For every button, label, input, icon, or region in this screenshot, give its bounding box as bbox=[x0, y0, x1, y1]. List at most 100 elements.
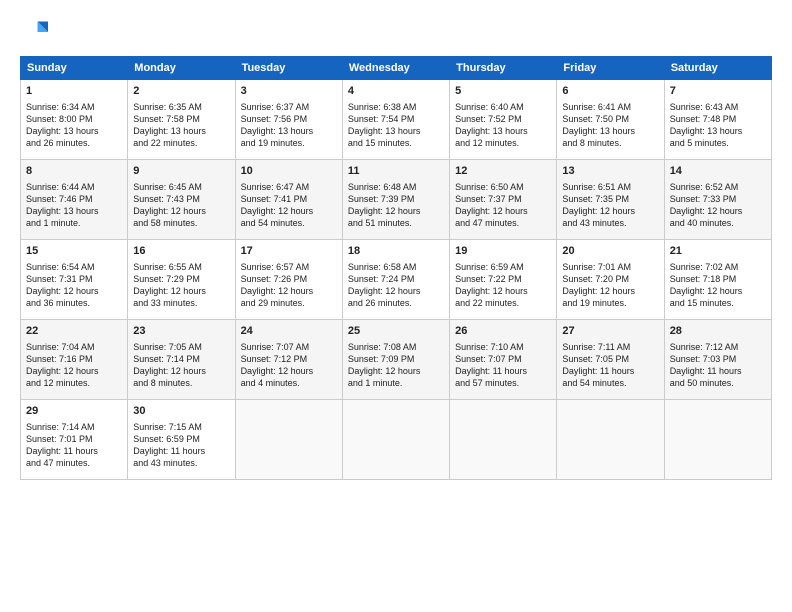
calendar-week-4: 29Sunrise: 7:14 AMSunset: 7:01 PMDayligh… bbox=[21, 400, 772, 480]
day-info: Daylight: 12 hours bbox=[455, 285, 551, 297]
day-info: Daylight: 11 hours bbox=[455, 365, 551, 377]
day-info: and 33 minutes. bbox=[133, 297, 229, 309]
day-info: Sunset: 6:59 PM bbox=[133, 433, 229, 445]
calendar-cell: 3Sunrise: 6:37 AMSunset: 7:56 PMDaylight… bbox=[235, 80, 342, 160]
day-info: Daylight: 13 hours bbox=[670, 125, 766, 137]
day-info: Sunset: 7:07 PM bbox=[455, 353, 551, 365]
day-info: Sunrise: 7:15 AM bbox=[133, 421, 229, 433]
day-info: Daylight: 12 hours bbox=[670, 205, 766, 217]
page-header bbox=[20, 18, 772, 46]
day-info: Sunset: 7:31 PM bbox=[26, 273, 122, 285]
calendar-cell bbox=[342, 400, 449, 480]
day-info: and 29 minutes. bbox=[241, 297, 337, 309]
day-info: and 4 minutes. bbox=[241, 377, 337, 389]
day-number: 16 bbox=[133, 244, 229, 259]
calendar-cell: 6Sunrise: 6:41 AMSunset: 7:50 PMDaylight… bbox=[557, 80, 664, 160]
day-info: and 51 minutes. bbox=[348, 217, 444, 229]
day-info: Sunrise: 6:43 AM bbox=[670, 101, 766, 113]
day-info: Sunset: 7:29 PM bbox=[133, 273, 229, 285]
day-info: Sunrise: 7:07 AM bbox=[241, 341, 337, 353]
day-number: 23 bbox=[133, 324, 229, 339]
calendar-cell: 13Sunrise: 6:51 AMSunset: 7:35 PMDayligh… bbox=[557, 160, 664, 240]
day-info: Daylight: 12 hours bbox=[133, 205, 229, 217]
day-info: and 15 minutes. bbox=[670, 297, 766, 309]
day-info: Sunset: 7:14 PM bbox=[133, 353, 229, 365]
calendar-header-saturday: Saturday bbox=[664, 57, 771, 80]
day-info: Sunrise: 7:02 AM bbox=[670, 261, 766, 273]
day-info: Sunset: 7:22 PM bbox=[455, 273, 551, 285]
day-info: and 12 minutes. bbox=[455, 137, 551, 149]
calendar-cell: 26Sunrise: 7:10 AMSunset: 7:07 PMDayligh… bbox=[450, 320, 557, 400]
calendar-cell: 22Sunrise: 7:04 AMSunset: 7:16 PMDayligh… bbox=[21, 320, 128, 400]
day-info: Daylight: 13 hours bbox=[348, 125, 444, 137]
day-info: Sunset: 7:50 PM bbox=[562, 113, 658, 125]
day-number: 24 bbox=[241, 324, 337, 339]
day-info: Sunrise: 6:38 AM bbox=[348, 101, 444, 113]
calendar-cell: 27Sunrise: 7:11 AMSunset: 7:05 PMDayligh… bbox=[557, 320, 664, 400]
day-info: Sunset: 7:03 PM bbox=[670, 353, 766, 365]
day-info: and 43 minutes. bbox=[562, 217, 658, 229]
calendar-cell: 25Sunrise: 7:08 AMSunset: 7:09 PMDayligh… bbox=[342, 320, 449, 400]
day-number: 25 bbox=[348, 324, 444, 339]
day-info: Sunset: 7:48 PM bbox=[670, 113, 766, 125]
calendar-cell: 14Sunrise: 6:52 AMSunset: 7:33 PMDayligh… bbox=[664, 160, 771, 240]
day-info: and 1 minute. bbox=[348, 377, 444, 389]
calendar-week-3: 22Sunrise: 7:04 AMSunset: 7:16 PMDayligh… bbox=[21, 320, 772, 400]
calendar-cell: 8Sunrise: 6:44 AMSunset: 7:46 PMDaylight… bbox=[21, 160, 128, 240]
day-info: and 47 minutes. bbox=[455, 217, 551, 229]
calendar-cell: 11Sunrise: 6:48 AMSunset: 7:39 PMDayligh… bbox=[342, 160, 449, 240]
day-info: Sunrise: 6:35 AM bbox=[133, 101, 229, 113]
calendar-cell: 12Sunrise: 6:50 AMSunset: 7:37 PMDayligh… bbox=[450, 160, 557, 240]
calendar-cell: 9Sunrise: 6:45 AMSunset: 7:43 PMDaylight… bbox=[128, 160, 235, 240]
day-number: 29 bbox=[26, 404, 122, 419]
day-number: 22 bbox=[26, 324, 122, 339]
logo bbox=[20, 18, 52, 46]
calendar-cell: 5Sunrise: 6:40 AMSunset: 7:52 PMDaylight… bbox=[450, 80, 557, 160]
day-info: Sunrise: 6:54 AM bbox=[26, 261, 122, 273]
day-info: and 58 minutes. bbox=[133, 217, 229, 229]
day-info: Sunset: 7:01 PM bbox=[26, 433, 122, 445]
day-info: and 22 minutes. bbox=[133, 137, 229, 149]
day-number: 13 bbox=[562, 164, 658, 179]
calendar-cell bbox=[235, 400, 342, 480]
calendar-cell: 17Sunrise: 6:57 AMSunset: 7:26 PMDayligh… bbox=[235, 240, 342, 320]
day-info: Daylight: 12 hours bbox=[26, 365, 122, 377]
day-info: and 26 minutes. bbox=[26, 137, 122, 149]
day-number: 5 bbox=[455, 84, 551, 99]
day-info: Sunset: 7:05 PM bbox=[562, 353, 658, 365]
day-info: Sunrise: 7:08 AM bbox=[348, 341, 444, 353]
day-info: Sunrise: 6:50 AM bbox=[455, 181, 551, 193]
day-info: Daylight: 12 hours bbox=[26, 285, 122, 297]
day-info: Sunrise: 6:57 AM bbox=[241, 261, 337, 273]
day-info: Sunset: 7:54 PM bbox=[348, 113, 444, 125]
calendar-cell bbox=[450, 400, 557, 480]
day-info: and 19 minutes. bbox=[562, 297, 658, 309]
day-info: Daylight: 11 hours bbox=[133, 445, 229, 457]
day-info: Sunrise: 6:58 AM bbox=[348, 261, 444, 273]
day-number: 8 bbox=[26, 164, 122, 179]
calendar-body: 1Sunrise: 6:34 AMSunset: 8:00 PMDaylight… bbox=[21, 80, 772, 480]
day-number: 1 bbox=[26, 84, 122, 99]
day-number: 21 bbox=[670, 244, 766, 259]
day-info: Sunset: 7:26 PM bbox=[241, 273, 337, 285]
day-info: Sunset: 7:58 PM bbox=[133, 113, 229, 125]
day-info: Sunset: 8:00 PM bbox=[26, 113, 122, 125]
day-info: and 26 minutes. bbox=[348, 297, 444, 309]
day-info: Sunrise: 6:55 AM bbox=[133, 261, 229, 273]
day-number: 18 bbox=[348, 244, 444, 259]
day-number: 19 bbox=[455, 244, 551, 259]
day-info: Sunset: 7:46 PM bbox=[26, 193, 122, 205]
calendar-header-monday: Monday bbox=[128, 57, 235, 80]
day-info: and 8 minutes. bbox=[133, 377, 229, 389]
day-number: 3 bbox=[241, 84, 337, 99]
calendar-header-friday: Friday bbox=[557, 57, 664, 80]
day-info: Sunrise: 6:52 AM bbox=[670, 181, 766, 193]
day-info: and 40 minutes. bbox=[670, 217, 766, 229]
day-info: Sunset: 7:24 PM bbox=[348, 273, 444, 285]
day-info: Daylight: 11 hours bbox=[562, 365, 658, 377]
calendar-header-sunday: Sunday bbox=[21, 57, 128, 80]
day-info: Sunset: 7:33 PM bbox=[670, 193, 766, 205]
calendar-cell: 24Sunrise: 7:07 AMSunset: 7:12 PMDayligh… bbox=[235, 320, 342, 400]
day-number: 6 bbox=[562, 84, 658, 99]
day-info: Sunrise: 6:47 AM bbox=[241, 181, 337, 193]
